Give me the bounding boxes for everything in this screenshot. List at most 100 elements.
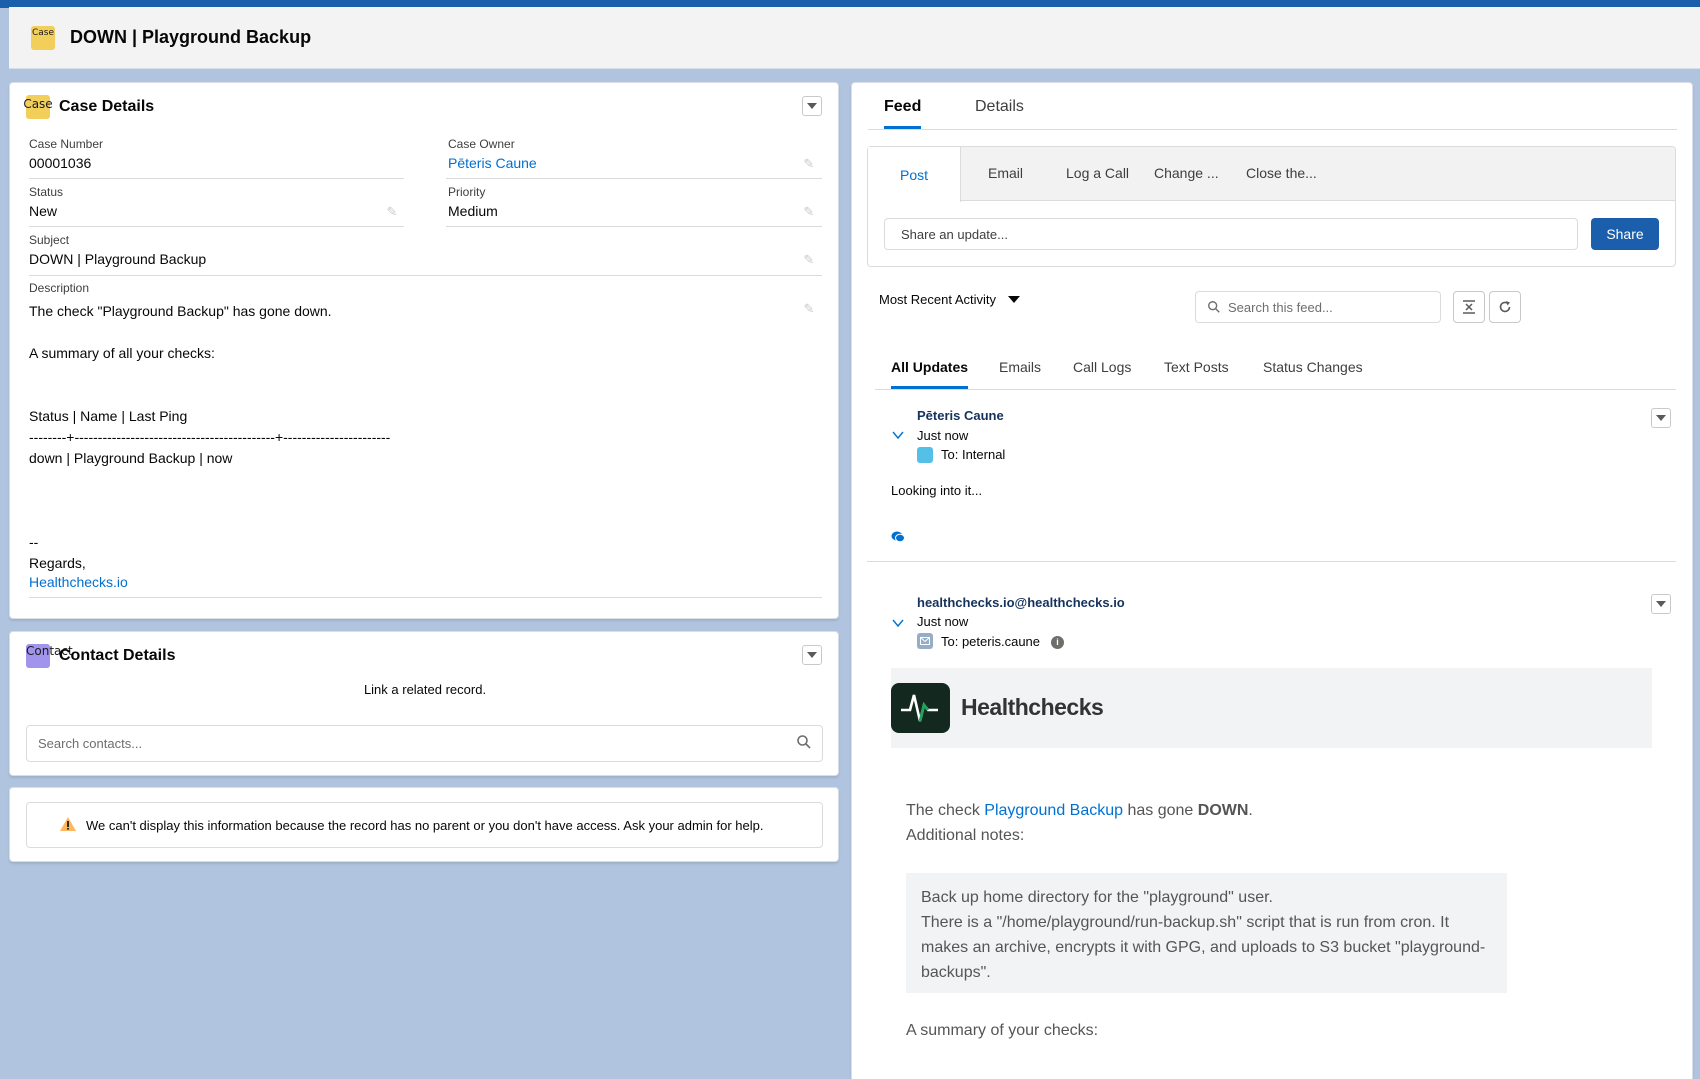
search-placeholder: Search this feed... — [1228, 299, 1333, 315]
contact-icon: Contact — [26, 644, 73, 668]
record-header: Case DOWN | Playground Backup — [9, 7, 1700, 69]
warning-box: We can't display this information becaus… — [26, 802, 823, 848]
divider — [29, 597, 822, 598]
email-text: . — [1248, 802, 1253, 819]
field-label: Subject — [29, 233, 70, 247]
chevron-down-icon[interactable] — [891, 428, 905, 442]
filter-tab-status-changes[interactable]: Status Changes — [1263, 359, 1363, 386]
feed-search-input[interactable]: Search this feed... — [1195, 291, 1441, 323]
divider — [446, 226, 822, 227]
info-icon[interactable]: i — [1051, 636, 1064, 649]
filter-tab-text-posts[interactable]: Text Posts — [1164, 359, 1229, 386]
edit-pencil-icon[interactable]: ✎ — [385, 205, 399, 219]
divider — [867, 561, 1676, 562]
card-title: Contact Details — [59, 647, 176, 664]
card-menu-button[interactable] — [802, 96, 822, 116]
publisher-tabs: Post Email Log a Call Change ... Close t… — [868, 147, 1675, 202]
card-title: Case Details — [59, 98, 155, 115]
publisher-tab-post[interactable]: Post — [868, 147, 961, 202]
field-value: New — [29, 203, 58, 219]
subject-field: Subject DOWN | Playground Backup — [29, 233, 206, 267]
email-author[interactable]: healthchecks.io@healthchecks.io — [917, 595, 1125, 610]
field-label: Description — [29, 281, 90, 295]
divider — [29, 178, 404, 179]
chevron-down-icon[interactable] — [891, 616, 905, 630]
share-update-input[interactable]: Share an update... — [884, 218, 1578, 250]
publisher-tab-change[interactable]: Change ... — [1154, 165, 1219, 181]
search-icon — [1207, 300, 1221, 317]
contact-search-input[interactable]: Search contacts... — [26, 725, 823, 762]
search-placeholder: Search contacts... — [38, 736, 143, 751]
healthchecks-logo-icon — [891, 683, 950, 733]
warning-card: We can't display this information becaus… — [9, 787, 839, 862]
field-value: DOWN | Playground Backup — [29, 251, 207, 267]
edit-pencil-icon[interactable]: ✎ — [802, 205, 816, 219]
sort-label: Most Recent Activity — [879, 292, 997, 307]
filter-tab-emails[interactable]: Emails — [999, 359, 1041, 386]
post-author[interactable]: Pēteris Caune — [917, 408, 1004, 423]
publisher-tab-email[interactable]: Email — [988, 165, 1023, 181]
field-label: Status — [29, 185, 64, 199]
notes-text: There is a "/home/playground/run-backup.… — [921, 914, 1486, 981]
edit-pencil-icon[interactable]: ✎ — [802, 157, 816, 171]
publisher: Post Email Log a Call Change ... Close t… — [867, 146, 1676, 267]
warning-icon — [59, 816, 77, 835]
field-value: Medium — [448, 203, 498, 219]
email-text: has gone — [1123, 802, 1198, 819]
email-recipient[interactable]: To: peteris.caune — [941, 634, 1040, 649]
contact-details-card: Contact Contact Details Link a related r… — [9, 631, 839, 776]
field-label: Case Number — [29, 137, 104, 151]
divider — [29, 275, 822, 276]
field-label: Priority — [448, 185, 486, 199]
field-label: Case Owner — [448, 137, 515, 151]
page-title: DOWN | Playground Backup — [70, 27, 312, 47]
edit-pencil-icon[interactable]: ✎ — [802, 302, 816, 316]
sort-dropdown[interactable]: Most Recent Activity — [879, 292, 1021, 307]
feed-filter-tabs: All Updates Emails Call Logs Text Posts … — [875, 350, 1676, 390]
divider — [446, 178, 822, 179]
publisher-tab-log-call[interactable]: Log a Call — [1066, 165, 1129, 181]
post-body: Looking into it... — [891, 483, 983, 498]
publisher-tab-close[interactable]: Close the... — [1246, 165, 1317, 181]
link-related-record[interactable]: Link a related record. — [10, 682, 840, 697]
share-placeholder: Share an update... — [901, 226, 1008, 242]
search-icon — [796, 734, 812, 753]
status-field: Status New — [29, 185, 63, 219]
notes-box: Back up home directory for the "playgrou… — [906, 873, 1507, 993]
status-text: DOWN — [1197, 802, 1249, 819]
brand-name: Healthchecks — [961, 694, 1104, 720]
caret-down-icon — [1008, 296, 1021, 303]
feed-tabs: Feed Details — [868, 90, 1677, 130]
case-owner-link[interactable]: Pēteris Caune — [448, 155, 537, 171]
refresh-icon[interactable] — [1489, 291, 1521, 323]
email-time: Just now — [917, 614, 969, 629]
internal-icon — [917, 447, 933, 463]
filter-tab-all-updates[interactable]: All Updates — [891, 359, 969, 389]
notes-label: Additional notes: — [906, 827, 1025, 844]
field-value: 00001036 — [29, 155, 92, 171]
description-link[interactable]: Healthchecks.io — [29, 574, 128, 590]
post-audience: To: Internal — [941, 447, 1006, 462]
comment-icon[interactable] — [891, 530, 905, 546]
email-line-1: The check Playground Backup has gone DOW… — [906, 798, 1253, 823]
email-menu-button[interactable] — [1651, 594, 1671, 614]
tab-details[interactable]: Details — [975, 98, 1024, 126]
case-icon: Case — [23, 95, 53, 119]
filter-tab-call-logs[interactable]: Call Logs — [1073, 359, 1131, 386]
post-menu-button[interactable] — [1651, 408, 1671, 428]
description-field: Description — [29, 281, 89, 295]
card-menu-button[interactable] — [802, 645, 822, 665]
collapse-icon[interactable] — [1453, 291, 1485, 323]
edit-pencil-icon[interactable]: ✎ — [802, 253, 816, 267]
share-button[interactable]: Share — [1591, 218, 1659, 250]
description-text: The check "Playground Backup" has gone d… — [29, 303, 391, 571]
email-icon — [917, 633, 933, 649]
check-link[interactable]: Playground Backup — [984, 802, 1123, 819]
priority-field: Priority Medium — [448, 185, 498, 219]
email-banner: Healthchecks — [891, 668, 1652, 748]
notes-text: Back up home directory for the "playgrou… — [921, 889, 1273, 906]
tab-feed[interactable]: Feed — [884, 98, 922, 129]
warning-text: We can't display this information becaus… — [86, 817, 764, 833]
case-icon: Case — [31, 25, 55, 50]
divider — [29, 226, 404, 227]
